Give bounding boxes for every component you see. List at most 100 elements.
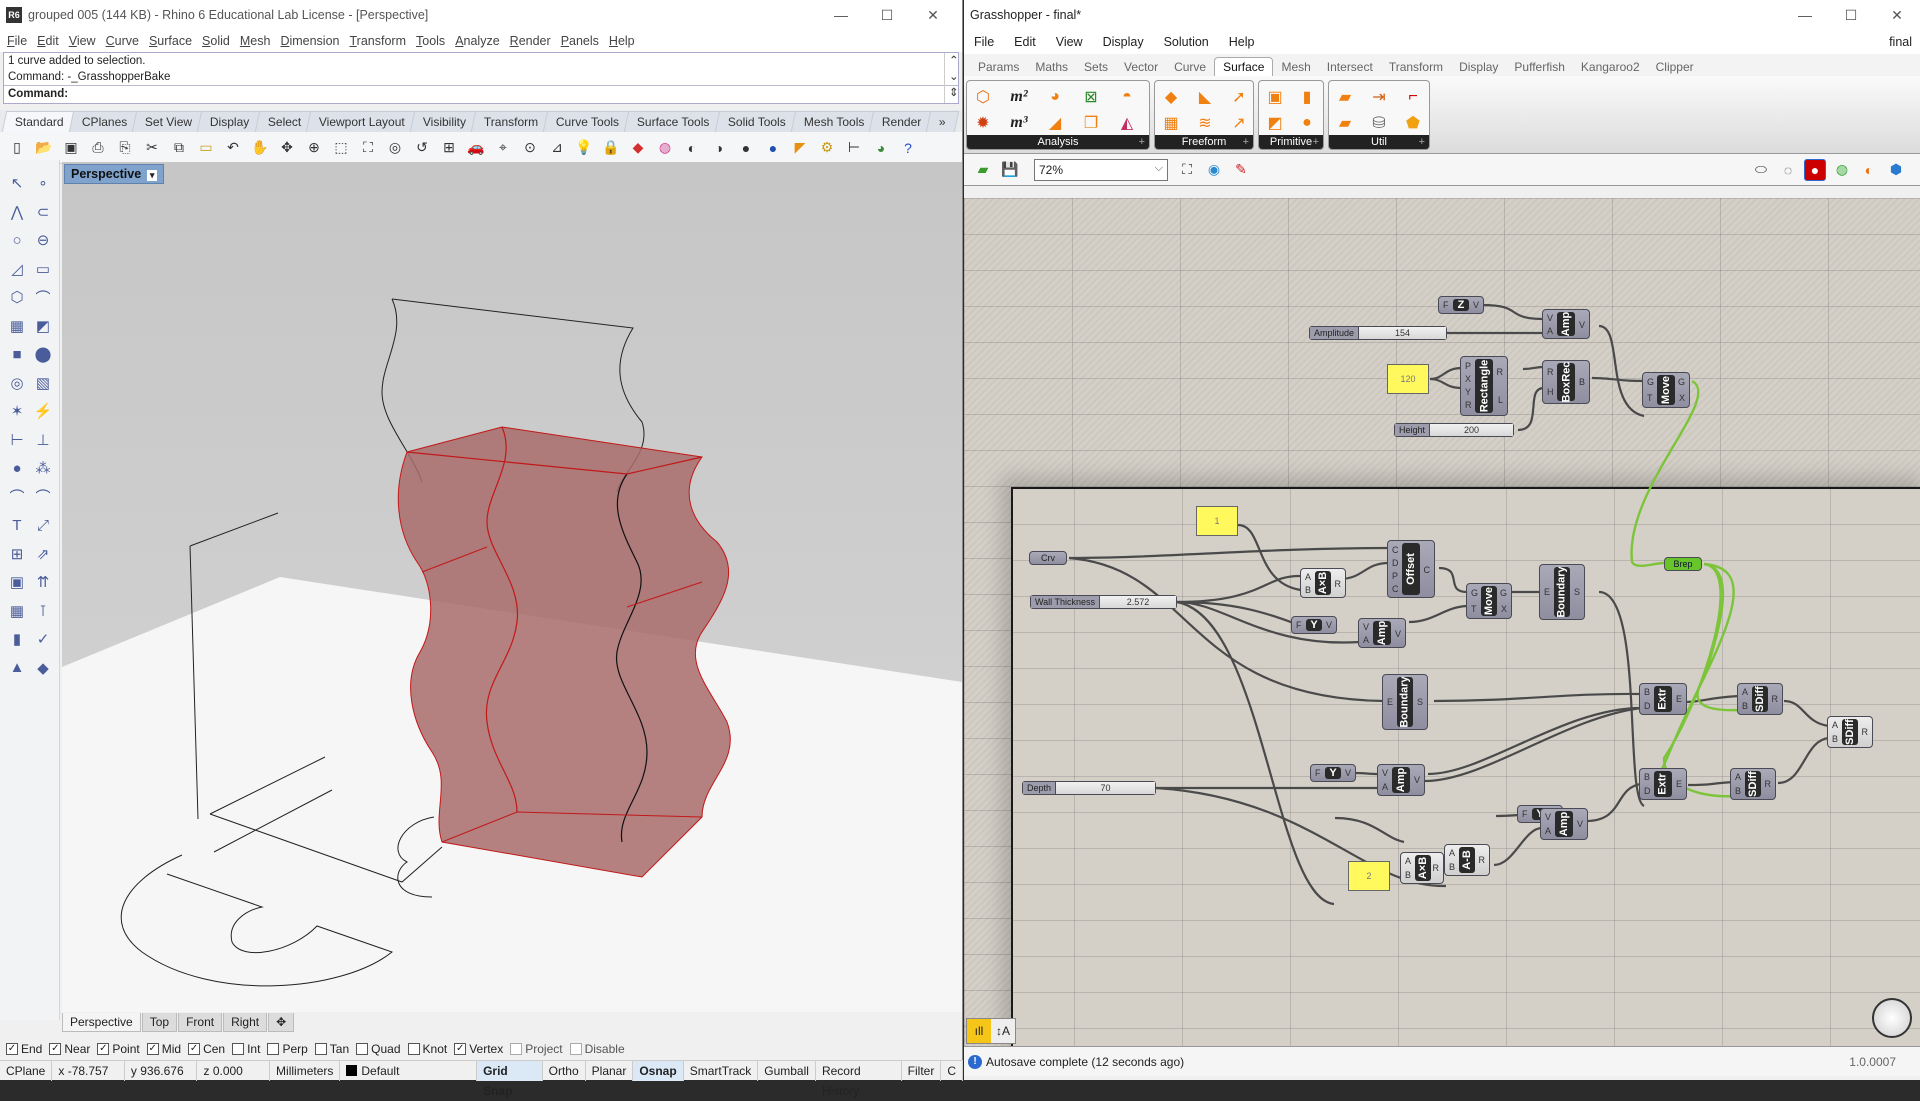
circle-point-icon[interactable]: ⊙ [519, 137, 541, 159]
checkbox[interactable]: ✓ [6, 1043, 18, 1055]
unit-z-component[interactable]: F Z V [1438, 296, 1484, 314]
close-button[interactable]: ✕ [910, 0, 956, 30]
zoom-icon[interactable]: ⊕ [303, 137, 325, 159]
checkbox[interactable] [267, 1043, 280, 1055]
undo-view-icon[interactable]: ↺ [411, 137, 433, 159]
toggle-smarttrack[interactable]: SmartTrack [684, 1060, 759, 1081]
perspective-viewport[interactable]: Perspective ▾ [62, 162, 962, 1012]
gh-tab-vector[interactable]: Vector [1116, 58, 1166, 76]
menu-render[interactable]: Render [510, 34, 551, 48]
osnap-icon[interactable]: ⊿ [546, 137, 568, 159]
toggle-gumball[interactable]: Gumball [758, 1060, 816, 1081]
toolbar-tab-cplanes[interactable]: CPlanes [68, 111, 141, 132]
osnap-cen[interactable]: ✓ Cen [188, 1042, 225, 1056]
tab-perspective[interactable]: Perspective [62, 1013, 141, 1032]
gh-tab-maths[interactable]: Maths [1027, 58, 1076, 76]
project-icon[interactable]: ⇈ [32, 571, 54, 593]
checkbox[interactable] [510, 1043, 523, 1055]
tab-front[interactable]: Front [178, 1013, 223, 1032]
panel-1[interactable]: 1 [1196, 506, 1238, 536]
evaluate-icon[interactable]: ◢ [1043, 111, 1067, 135]
4point-surface-icon[interactable]: ◆ [1159, 85, 1183, 109]
surface-curvature-icon[interactable]: ◭ [1115, 111, 1139, 135]
osnap-tan[interactable]: Tan [314, 1042, 349, 1056]
osnap-near[interactable]: ✓ Near [49, 1042, 90, 1056]
cut-icon[interactable]: ✂ [141, 137, 163, 159]
select-arrow-icon[interactable]: ↖ [6, 172, 28, 194]
light-icon[interactable]: 💡 [573, 137, 595, 159]
amplitude-component[interactable]: V A Amp V [1358, 618, 1406, 648]
dimension-icon[interactable]: ⊢ [843, 137, 865, 159]
cylinder-icon[interactable]: ▮ [1295, 85, 1319, 109]
menu-analyze[interactable]: Analyze [455, 34, 499, 48]
unit-y-component[interactable]: F Y V [1310, 764, 1356, 782]
array-icon[interactable]: ⊞ [6, 543, 28, 565]
split-icon[interactable]: ⚡ [32, 400, 54, 422]
toggle-grid-snap[interactable]: Grid Snap [477, 1060, 543, 1098]
menu-transform[interactable]: Transform [350, 34, 407, 48]
toolbar-tab-surface-tools[interactable]: Surface Tools [624, 111, 723, 132]
grid-array-icon[interactable]: ▦ [6, 600, 28, 622]
checkbox[interactable]: ✓ [146, 1043, 159, 1055]
osnap-disable[interactable]: Disable [569, 1042, 625, 1056]
toggle-ortho[interactable]: Ortho [543, 1060, 586, 1081]
toolbar-tab-transform[interactable]: Transform [470, 111, 552, 132]
toolbar-tab-curve-tools[interactable]: Curve Tools [542, 111, 633, 132]
surface-edge-icon[interactable]: ◩ [32, 315, 54, 337]
gh-menu-help[interactable]: Help [1229, 35, 1255, 49]
osnap-end[interactable]: ✓ End [6, 1042, 42, 1056]
boundary-surface-icon[interactable]: ◣ [1193, 85, 1217, 109]
ribbon-group-label[interactable]: Analysis + [967, 135, 1149, 149]
sketch-pencil-icon[interactable]: ✎ [1230, 159, 1252, 181]
panel-120[interactable]: 120 [1387, 364, 1429, 394]
brep-join-icon[interactable]: ⬟ [1401, 111, 1425, 135]
extrude-component[interactable]: B D Extr E [1639, 768, 1687, 800]
units-label[interactable]: Millimeters [270, 1060, 341, 1081]
rotate-icon[interactable]: ✥ [276, 137, 298, 159]
extrude-solid-icon[interactable]: ▣ [6, 571, 28, 593]
solid-difference-final-component[interactable]: A B SDiff R [1827, 716, 1873, 748]
command-input[interactable]: Command: [4, 85, 958, 102]
circle-icon[interactable]: ○ [6, 229, 28, 251]
edges-icon[interactable]: ⌐ [1401, 85, 1425, 109]
checkbox[interactable]: ✓ [49, 1043, 62, 1055]
baked-vase-geometry[interactable] [397, 426, 731, 878]
osnap-vertex[interactable]: ✓ Vertex [454, 1042, 503, 1056]
gh-canvas[interactable]: F Z V Amplitude 154 V A Amp V 120 P X Y R… [964, 198, 1920, 1046]
gh-tab-sets[interactable]: Sets [1076, 58, 1116, 76]
sphere-union-icon[interactable]: ⬤ [32, 343, 54, 365]
multiply-component[interactable]: A B A×B R [1400, 852, 1444, 884]
unit-y-component[interactable]: F Y V [1291, 616, 1337, 634]
four-viewports-icon[interactable]: ⊞ [438, 137, 460, 159]
move-icon[interactable]: ⇗ [32, 543, 54, 565]
toolbar-tabs-overflow-button[interactable]: » [926, 111, 960, 132]
gh-tab-surface[interactable]: Surface [1214, 57, 1274, 76]
help-icon[interactable]: ? [897, 137, 919, 159]
render-material-icon[interactable]: ▮ [6, 628, 28, 650]
osnap-perp[interactable]: Perp [267, 1042, 308, 1056]
menu-panels[interactable]: Panels [561, 34, 599, 48]
box-solid-icon[interactable]: ■ [6, 343, 28, 365]
shapes-icon[interactable]: ▲ [6, 657, 28, 679]
dimension-icon[interactable]: ⊺ [32, 600, 54, 622]
options-gear-icon[interactable]: ⚙ [816, 137, 838, 159]
render-icon[interactable]: ◤ [789, 137, 811, 159]
paste-icon[interactable]: ▭ [195, 137, 217, 159]
cylinder-icon[interactable]: ◎ [6, 372, 28, 394]
group-icon[interactable]: ⁂ [32, 457, 54, 479]
extrude-component[interactable]: B D Extr E [1639, 683, 1687, 715]
print-icon[interactable]: ⎙ [87, 137, 109, 159]
subtraction-component[interactable]: A B A-B R [1444, 844, 1490, 876]
gh-tab-params[interactable]: Params [970, 58, 1027, 76]
scale-icon[interactable]: ⤢ [32, 514, 54, 536]
save-file-icon[interactable]: 💾 [999, 159, 1021, 181]
gh-minimize-button[interactable]: — [1782, 0, 1828, 30]
menu-tools[interactable]: Tools [416, 34, 445, 48]
crv-param[interactable]: Crv [1029, 551, 1067, 565]
menu-view[interactable]: View [69, 34, 96, 48]
menu-mesh[interactable]: Mesh [240, 34, 271, 48]
move-component[interactable]: G T Move G X [1466, 583, 1512, 619]
ellipse-icon[interactable]: ⊖ [32, 229, 54, 251]
osnap-int[interactable]: Int [232, 1042, 260, 1056]
layer-icon[interactable]: ◆ [627, 137, 649, 159]
